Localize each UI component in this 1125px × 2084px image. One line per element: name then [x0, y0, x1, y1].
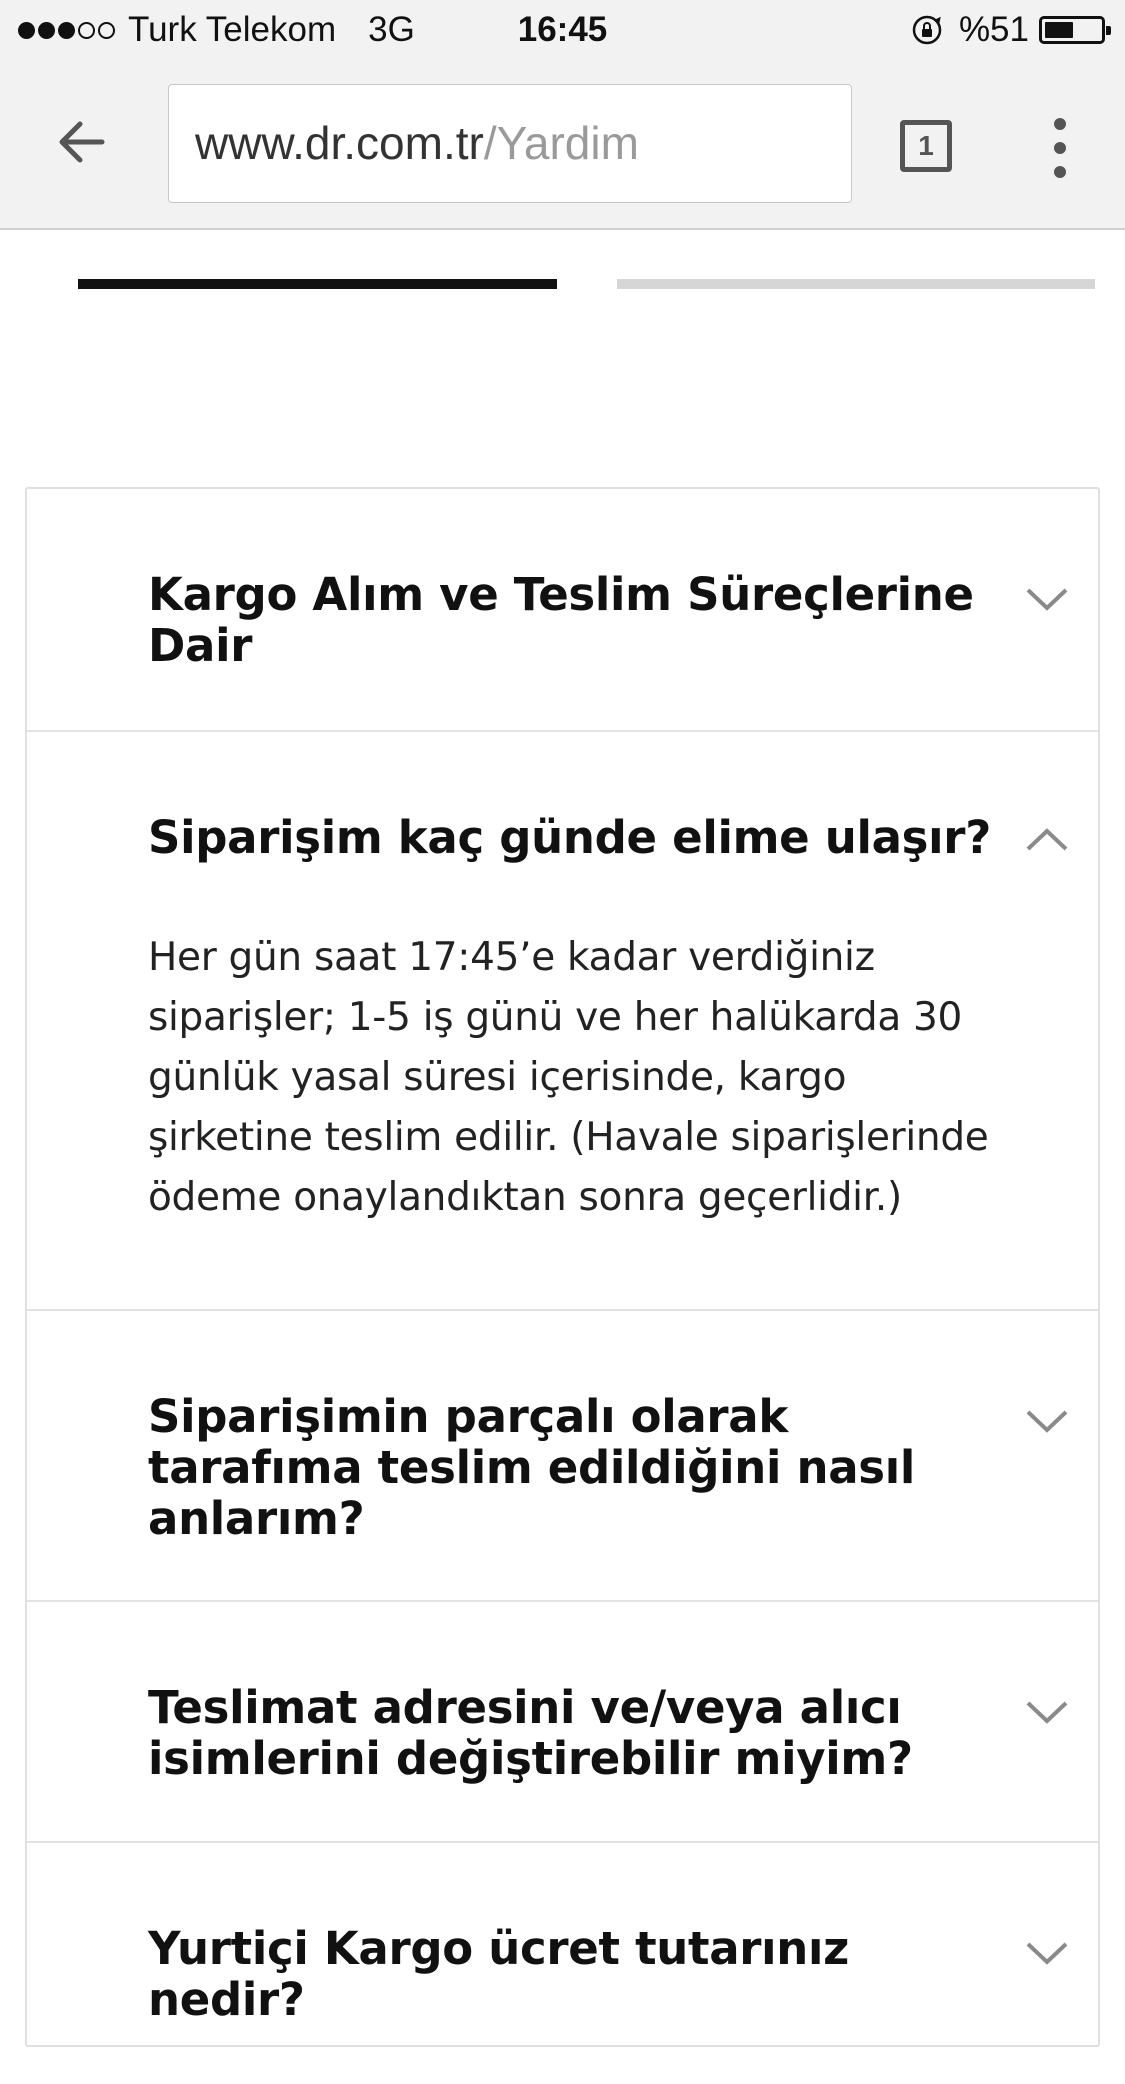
url-host: www.dr.com.tr [195, 117, 484, 169]
faq-item[interactable]: Siparişimin parçalı olarak tarafıma tesl… [27, 1311, 1098, 1602]
chevron-down-icon[interactable] [1024, 1698, 1070, 1726]
chevron-down-icon[interactable] [1024, 1407, 1070, 1435]
tab-indicator-inactive[interactable] [617, 279, 1095, 289]
faq-question: Siparişim kaç günde elime ulaşır? [148, 811, 991, 864]
faq-question: Yurtiçi Kargo ücret tutarınız nedir? [148, 1922, 850, 2026]
faq-item[interactable]: Teslimat adresini ve/veya alıcı isimleri… [27, 1602, 1098, 1843]
address-bar[interactable]: www.dr.com.tr/Yardim [168, 84, 852, 203]
faq-item[interactable]: Yurtiçi Kargo ücret tutarınız nedir? [27, 1843, 1098, 2084]
status-right: %51 [911, 10, 1111, 50]
tab-count: 1 [918, 130, 934, 161]
faq-item[interactable]: Kargo Alım ve Teslim Süreçlerine Dair [27, 489, 1098, 732]
chevron-up-icon[interactable] [1024, 826, 1070, 854]
browser-toolbar: www.dr.com.tr/Yardim 1 [0, 60, 1125, 230]
chevron-down-icon[interactable] [1024, 1939, 1070, 1967]
battery-icon [1039, 16, 1111, 44]
orientation-lock-icon [912, 15, 942, 45]
faq-question: Teslimat adresini ve/veya alıcı isimleri… [148, 1681, 913, 1785]
status-bar: Turk Telekom 3G 16:45 %51 [0, 0, 1125, 60]
tabs-icon[interactable]: 1 [900, 120, 952, 172]
faq-question: Siparişimin parçalı olarak tarafıma tesl… [148, 1390, 916, 1545]
faq-item-expanded[interactable]: Siparişim kaç günde elime ulaşır? Her gü… [27, 732, 1098, 1311]
battery-percentage: %51 [958, 10, 1029, 49]
url-path: /Yardim [483, 117, 639, 169]
back-arrow-icon[interactable] [52, 112, 112, 172]
tab-indicator-active[interactable] [78, 279, 557, 289]
faq-question: Kargo Alım ve Teslim Süreçlerine Dair [148, 568, 974, 672]
chevron-down-icon[interactable] [1024, 585, 1070, 613]
overflow-menu-icon[interactable] [1040, 118, 1080, 178]
faq-accordion: Kargo Alım ve Teslim Süreçlerine Dair Si… [25, 487, 1100, 2047]
battery-level-fill [1045, 22, 1073, 38]
faq-answer: Her gün saat 17:45’e kadar verdiğiniz si… [148, 935, 989, 1220]
